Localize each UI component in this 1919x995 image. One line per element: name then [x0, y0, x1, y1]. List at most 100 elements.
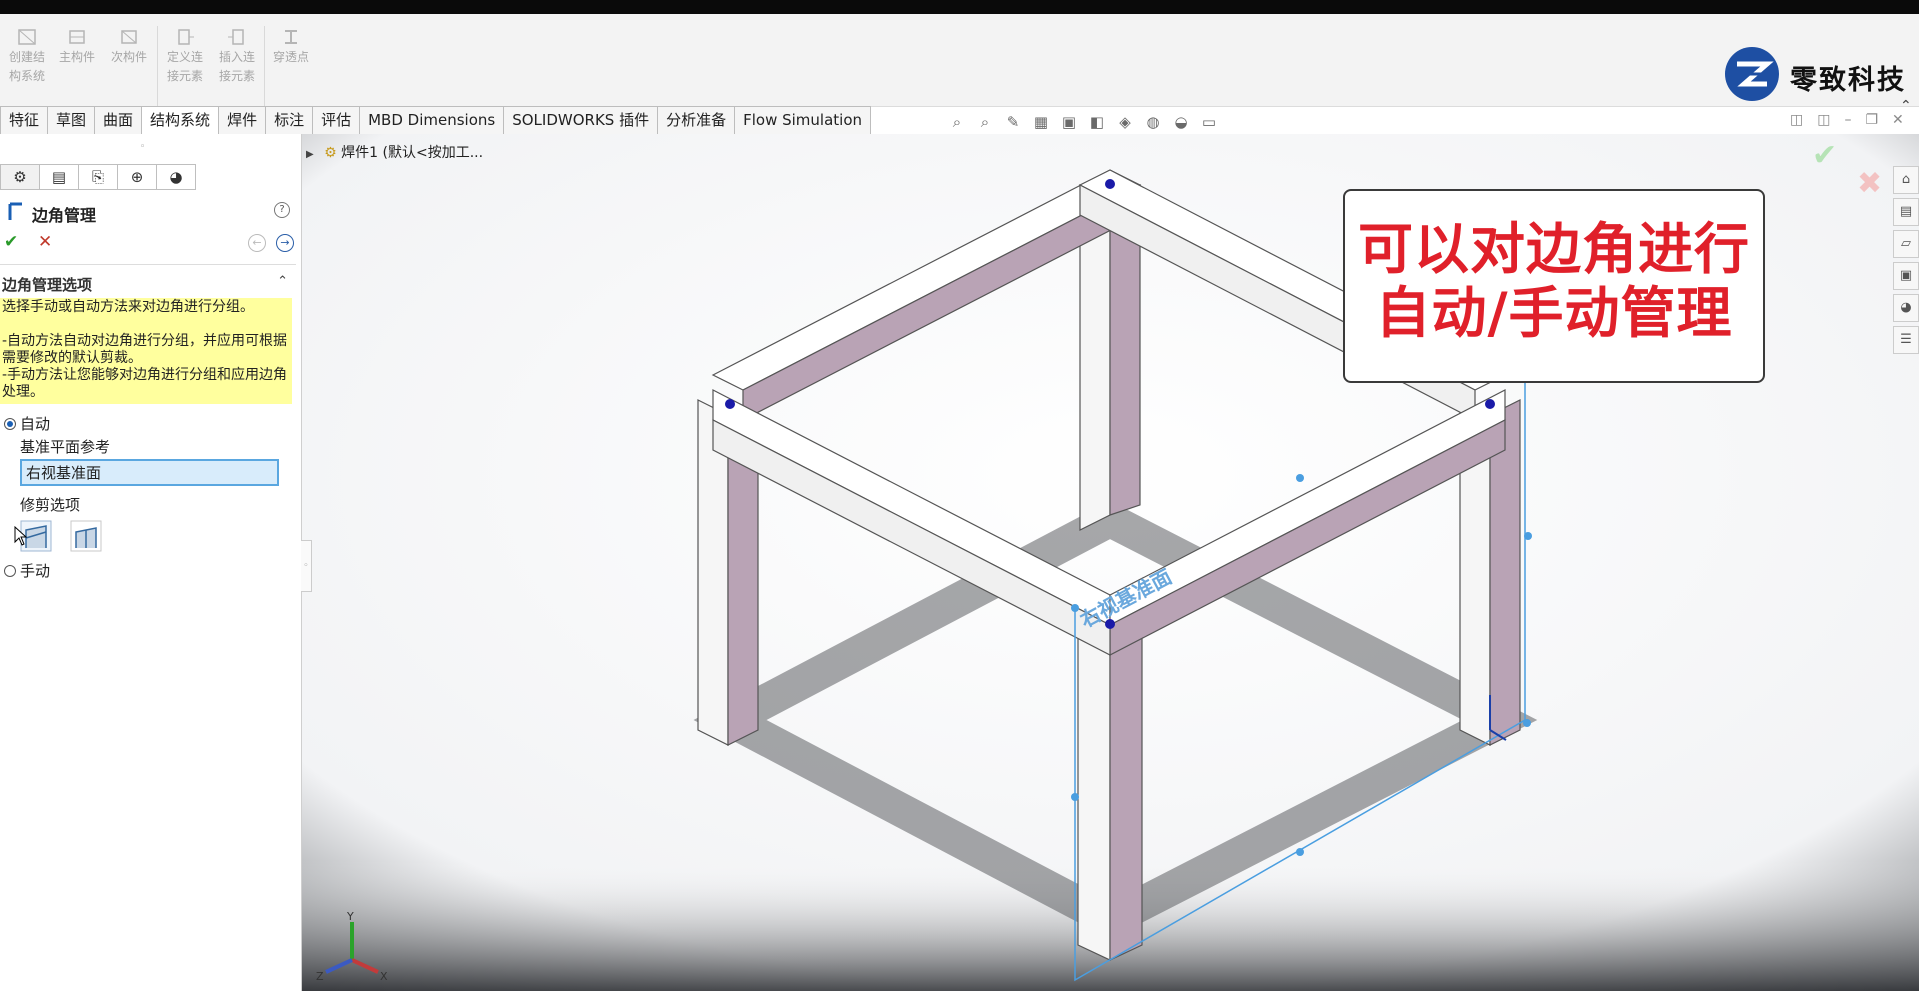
weldment-icon: ⚙	[324, 145, 337, 161]
radio-auto-label: 自动	[20, 415, 51, 433]
info-line-1: 选择手动或自动方法来对边角进行分组。	[2, 299, 254, 315]
chevron-up-icon[interactable]: ⌃	[277, 274, 288, 289]
view-palette-icon[interactable]: ▣	[1893, 262, 1919, 290]
apply-scene-icon[interactable]: ◒	[1170, 112, 1192, 132]
help-icon[interactable]: ?	[274, 202, 290, 218]
tab-solidworks-addins[interactable]: SOLIDWORKS 插件	[504, 106, 659, 135]
info-line-2	[2, 316, 290, 333]
panel-grip-icon[interactable]: ◦	[140, 142, 145, 152]
radio-auto-dot[interactable]	[4, 417, 16, 430]
manager-tabs: ⚙ ▤ ⎘ ⊕ ◕	[0, 164, 196, 190]
configuration-manager-tab-icon[interactable]: ⎘	[79, 164, 118, 190]
tab-flow-simulation[interactable]: Flow Simulation	[735, 106, 872, 135]
property-manager-tab-icon[interactable]: ▤	[40, 164, 79, 190]
back-arrow-icon[interactable]: ←	[248, 234, 266, 252]
callout-line-2: 自动/手动管理	[1375, 281, 1733, 345]
tab-analysis-prep[interactable]: 分析准备	[658, 106, 736, 135]
insert-connection-button[interactable]: 插入连 接元素	[210, 28, 264, 86]
plane-ref-field[interactable]: 右视基准面	[20, 459, 279, 486]
display-manager-tab-icon[interactable]: ◕	[157, 164, 196, 190]
define-connection-icon	[178, 29, 194, 45]
title-bar	[0, 0, 1919, 14]
triad-z-label: Z	[316, 970, 324, 983]
expand-arrow-icon[interactable]: ▶	[306, 149, 314, 160]
tree-root-label: 焊件1 (默认<按加工...	[341, 145, 484, 161]
triad-y-label: Y	[346, 910, 354, 923]
tab-evaluate[interactable]: 评估	[313, 106, 361, 135]
ok-button[interactable]: ✔	[4, 232, 18, 252]
create-structure-system-button[interactable]: 创建结 构系统	[0, 28, 54, 86]
close-icon[interactable]: ✕	[1892, 112, 1904, 128]
appearances-icon[interactable]: ◕	[1893, 294, 1919, 322]
tab-mbd-dimensions[interactable]: MBD Dimensions	[360, 106, 505, 135]
section-view-icon[interactable]: ▦	[1030, 112, 1052, 132]
heads-up-toolbar: ⌕ ⌕ ✎ ▦ ▣ ◧ ◈ ◍ ◒ ▭	[946, 110, 1220, 134]
feature-manager-tab-icon[interactable]: ⚙	[0, 164, 40, 190]
penetration-point-icon	[285, 30, 297, 44]
panel-splitter[interactable]: ◦	[301, 540, 312, 592]
brand-name: 零致科技	[1790, 65, 1906, 96]
penetration-point-button[interactable]: 穿透点	[264, 28, 318, 67]
tile-right-icon[interactable]: ◫	[1817, 112, 1830, 128]
tab-surfaces[interactable]: 曲面	[95, 106, 143, 135]
custom-properties-icon[interactable]: ☰	[1893, 326, 1919, 354]
zoom-to-fit-icon[interactable]: ⌕	[946, 112, 968, 132]
brand-logo-icon	[1725, 47, 1779, 101]
next-arrow-icon[interactable]: →	[276, 234, 294, 252]
page-title: 边角管理	[32, 206, 97, 225]
secondary-member-button[interactable]: 次构件	[102, 28, 156, 67]
confirm-corner-icon[interactable]: ✔	[1812, 138, 1837, 173]
section-header[interactable]: 边角管理选项 ⌃	[2, 274, 294, 294]
cancel-button[interactable]: ✕	[38, 232, 52, 252]
viewport-window-controls: ◫ ◫ – ❐ ✕	[1790, 112, 1904, 128]
view-settings-icon[interactable]: ▭	[1198, 112, 1220, 132]
insert-connection-icon	[228, 29, 244, 45]
plane-ref-label: 基准平面参考	[20, 438, 111, 456]
mouse-cursor-icon	[14, 526, 28, 546]
cancel-corner-icon[interactable]: ✖	[1857, 166, 1882, 201]
annotation-callout: 可以对边角进行 自动/手动管理	[1343, 189, 1765, 383]
task-pane-tabs: ⌂ ▤ ▱ ▣ ◕ ☰	[1893, 166, 1919, 358]
dimxpert-tab-icon[interactable]: ⊕	[118, 164, 157, 190]
callout-line-1: 可以对边角进行	[1357, 217, 1750, 281]
hide-show-items-icon[interactable]: ◈	[1114, 112, 1136, 132]
trim-end-icon[interactable]	[70, 520, 102, 552]
primary-member-button[interactable]: 主构件	[50, 28, 104, 67]
previous-view-icon[interactable]: ✎	[1002, 112, 1024, 132]
radio-manual-dot[interactable]	[4, 564, 16, 577]
tab-annotations[interactable]: 标注	[266, 106, 314, 135]
define-connection-button[interactable]: 定义连 接元素	[158, 28, 212, 86]
design-library-icon[interactable]: ▤	[1893, 198, 1919, 226]
command-manager-tabs: 特征 草图 曲面 结构系统 焊件 标注 评估 MBD Dimensions SO…	[0, 106, 872, 135]
confirm-row: ✔ ✕ ← →	[4, 232, 296, 254]
back-leg	[1079, 204, 1141, 531]
tab-features[interactable]: 特征	[0, 106, 49, 135]
view-orientation-icon[interactable]: ▣	[1058, 112, 1080, 132]
divider	[0, 264, 296, 265]
tab-weldments[interactable]: 焊件	[219, 106, 267, 135]
tab-structure-system[interactable]: 结构系统	[142, 106, 220, 135]
display-style-icon[interactable]: ◧	[1086, 112, 1108, 132]
restore-icon[interactable]: ❐	[1865, 112, 1878, 128]
home-icon[interactable]: ⌂	[1893, 166, 1919, 194]
info-message: 选择手动或自动方法来对边角进行分组。 -自动方法自动对边角进行分组，并应用可根据…	[0, 298, 292, 404]
structure-system-icon	[18, 29, 36, 45]
tile-left-icon[interactable]: ◫	[1790, 112, 1803, 128]
trim-options-label: 修剪选项	[20, 496, 81, 514]
file-explorer-icon[interactable]: ▱	[1893, 230, 1919, 258]
secondary-member-icon	[121, 30, 137, 44]
radio-manual-label: 手动	[20, 562, 51, 580]
edit-appearance-icon[interactable]: ◍	[1142, 112, 1164, 132]
radio-auto[interactable]: 自动	[4, 413, 50, 434]
front-leg	[1077, 624, 1143, 961]
info-line-3: -自动方法自动对边角进行分组，并应用可根据需要修改的默认剪裁。	[2, 333, 288, 366]
brand-logo: 零致科技	[1722, 44, 1912, 104]
feature-tree-flyout[interactable]: ▶ ⚙ 焊件1 (默认<按加工...	[306, 142, 483, 162]
zoom-to-area-icon[interactable]: ⌕	[974, 112, 996, 132]
tab-sketch[interactable]: 草图	[48, 106, 96, 135]
radio-manual[interactable]: 手动	[4, 560, 50, 581]
corner-management-icon	[8, 202, 22, 220]
primary-member-icon	[69, 30, 85, 44]
ribbon: 创建结 构系统 主构件 次构件 定义连 接元素 插入连 接元素 穿透点 零致科技 ⌃	[0, 14, 1919, 114]
minimize-icon[interactable]: –	[1844, 112, 1851, 128]
